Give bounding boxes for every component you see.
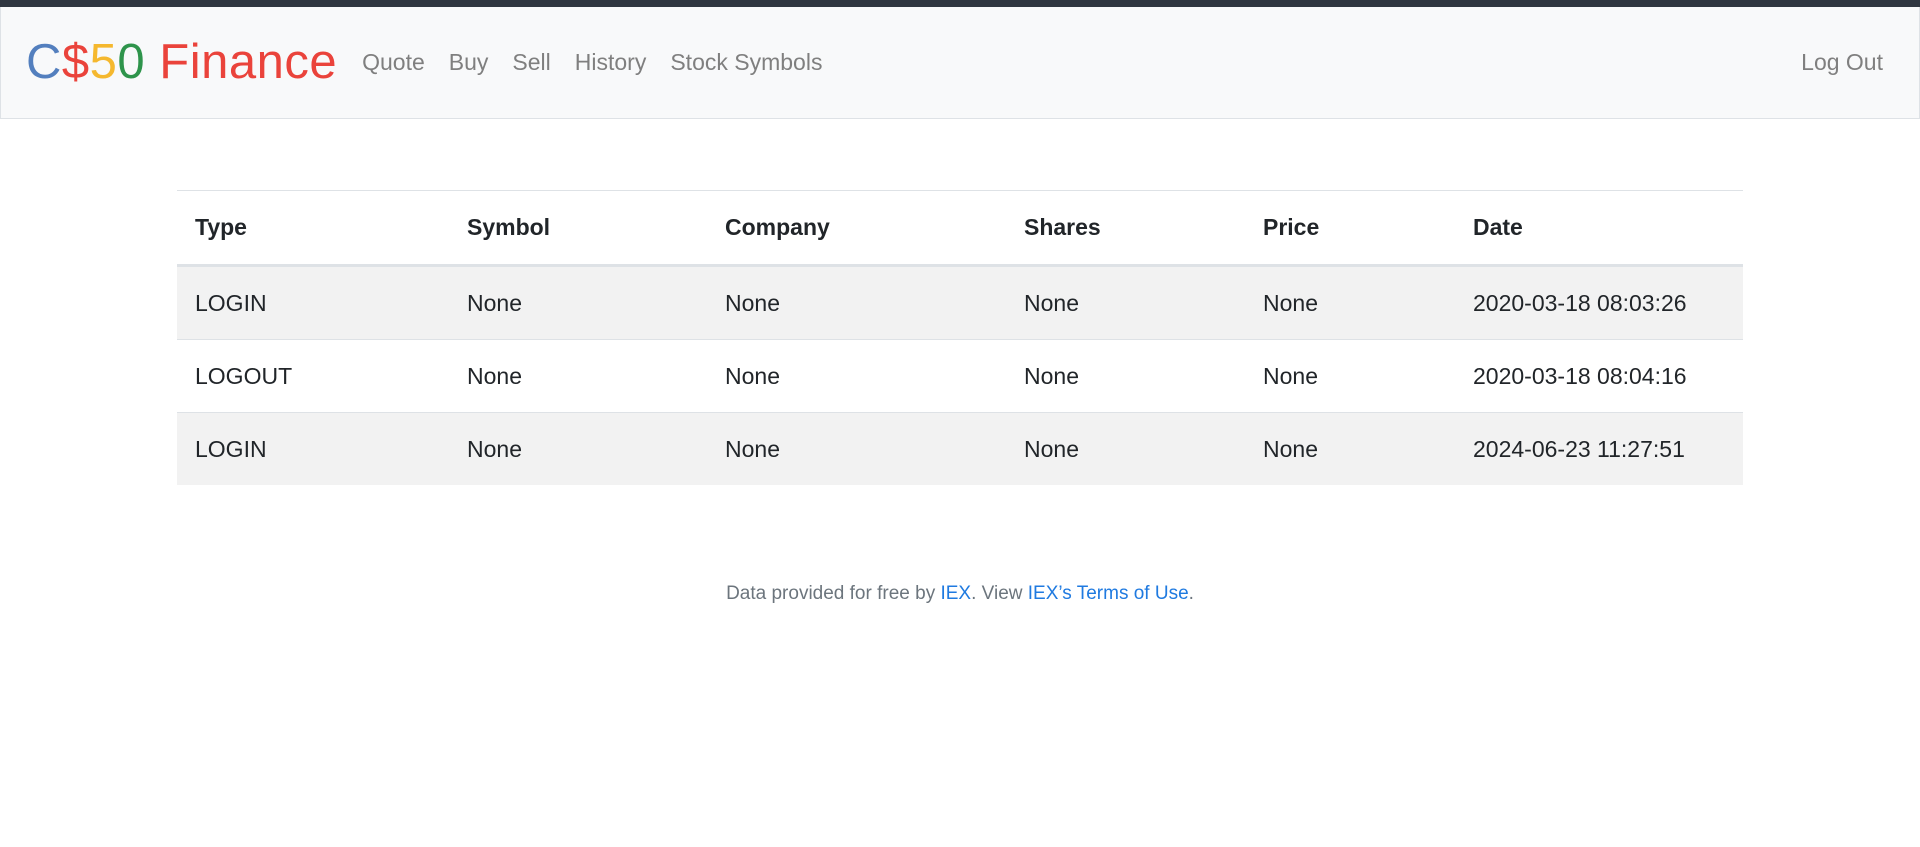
cell-symbol: None — [449, 412, 707, 485]
cell-shares: None — [1006, 412, 1245, 485]
logout-link[interactable]: Log Out — [1801, 49, 1883, 76]
cell-symbol: None — [449, 265, 707, 340]
table-row: LOGIN None None None None 2020-03-18 08:… — [177, 265, 1743, 340]
footer-middle: . View — [971, 583, 1028, 604]
cell-date: 2020-03-18 08:04:16 — [1455, 339, 1743, 413]
nav-links: Quote Buy Sell History Stock Symbols — [362, 49, 822, 76]
brand-letter-5: 5 — [89, 35, 118, 89]
header-price: Price — [1245, 190, 1455, 267]
navbar: C$50 Finance Quote Buy Sell History Stoc… — [0, 7, 1920, 119]
cell-company: None — [707, 339, 1006, 413]
brand-letter-c: C — [26, 35, 62, 89]
brand-letter-dollar: $ — [61, 35, 90, 89]
iex-link[interactable]: IEX — [940, 583, 971, 604]
cell-type: LOGOUT — [177, 339, 449, 413]
header-type: Type — [177, 190, 449, 267]
cell-type: LOGIN — [177, 412, 449, 485]
header-date: Date — [1455, 190, 1743, 267]
cell-price: None — [1245, 265, 1455, 340]
brand-letter-0: 0 — [117, 35, 146, 89]
header-row: Type Symbol Company Shares Price Date — [177, 190, 1743, 267]
table-body: LOGIN None None None None 2020-03-18 08:… — [177, 265, 1743, 485]
cell-date: 2024-06-23 11:27:51 — [1455, 412, 1743, 485]
cell-price: None — [1245, 412, 1455, 485]
cell-company: None — [707, 265, 1006, 340]
header-symbol: Symbol — [449, 190, 707, 267]
nav-link-buy[interactable]: Buy — [449, 49, 489, 76]
table-row: LOGIN None None None None 2024-06-23 11:… — [177, 412, 1743, 485]
header-shares: Shares — [1006, 190, 1245, 267]
brand-logo[interactable]: C$50 Finance — [26, 38, 337, 87]
cell-shares: None — [1006, 339, 1245, 413]
nav-link-history[interactable]: History — [575, 49, 647, 76]
top-strip — [0, 0, 1920, 7]
table-row: LOGOUT None None None None 2020-03-18 08… — [177, 339, 1743, 413]
cell-type: LOGIN — [177, 265, 449, 340]
nav-link-quote[interactable]: Quote — [362, 49, 425, 76]
table-header: Type Symbol Company Shares Price Date — [177, 190, 1743, 267]
cell-shares: None — [1006, 265, 1245, 340]
nav-link-stock-symbols[interactable]: Stock Symbols — [670, 49, 822, 76]
cell-date: 2020-03-18 08:03:26 — [1455, 265, 1743, 340]
history-table: Type Symbol Company Shares Price Date LO… — [177, 190, 1743, 485]
main-content: Type Symbol Company Shares Price Date LO… — [0, 119, 1920, 605]
iex-terms-link[interactable]: IEX’s Terms of Use — [1028, 583, 1189, 604]
cell-price: None — [1245, 339, 1455, 413]
footer-attribution: Data provided for free by IEX. View IEX’… — [0, 583, 1920, 605]
nav-link-sell[interactable]: Sell — [512, 49, 550, 76]
footer-prefix: Data provided for free by — [726, 583, 941, 604]
cell-company: None — [707, 412, 1006, 485]
cell-symbol: None — [449, 339, 707, 413]
footer-suffix: . — [1188, 583, 1194, 604]
header-company: Company — [707, 190, 1006, 267]
brand-word-finance: Finance — [145, 35, 338, 89]
history-table-wrapper: Type Symbol Company Shares Price Date LO… — [177, 190, 1743, 485]
